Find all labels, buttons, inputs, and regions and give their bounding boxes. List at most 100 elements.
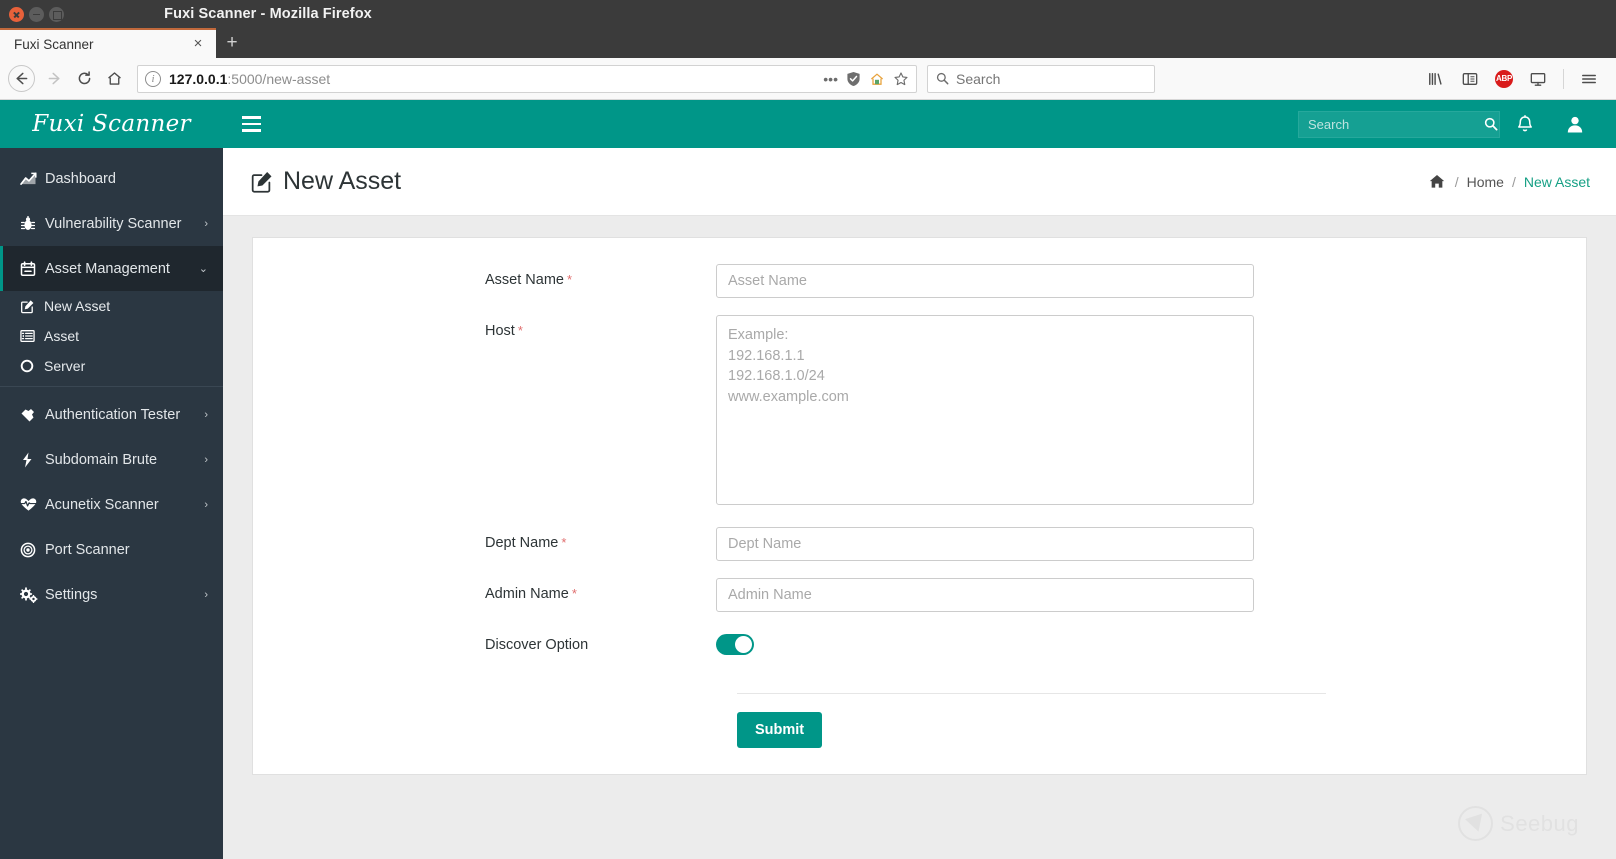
browser-search-bar[interactable] <box>927 64 1155 93</box>
sidebar-menu: Dashboard Vulnerability Scanner › Asset … <box>0 148 223 859</box>
submit-button[interactable]: Submit <box>737 712 823 748</box>
page-actions-icon[interactable]: ••• <box>823 72 838 86</box>
required-marker: * <box>517 323 523 338</box>
toolbar-divider <box>1563 68 1564 89</box>
form-row-host: Host * <box>253 315 1586 510</box>
edit-square-icon <box>20 299 44 314</box>
page-info-icon[interactable]: i <box>145 70 161 87</box>
sidebar-item-port-scanner[interactable]: Port Scanner <box>0 527 223 572</box>
tracking-protection-icon[interactable] <box>846 71 861 87</box>
sidebar-item-settings[interactable]: Settings › <box>0 572 223 617</box>
sidebar-item-new-asset[interactable]: New Asset <box>0 291 223 321</box>
hamburger-menu-icon <box>241 129 261 132</box>
form-divider-wrap <box>737 677 1326 694</box>
hamburger-menu-icon[interactable] <box>1574 64 1604 94</box>
asset-name-input[interactable] <box>716 264 1254 298</box>
seebug-logo-icon <box>1458 806 1494 841</box>
form-label-admin-name: Admin Name * <box>253 578 716 602</box>
discover-option-toggle[interactable] <box>716 634 754 655</box>
hamburger-menu-icon <box>241 122 261 126</box>
close-icon[interactable]: × <box>190 36 206 52</box>
sidebar-item-label: Dashboard <box>45 170 116 187</box>
sidebar-item-server[interactable]: Server <box>0 351 223 381</box>
sidebar: Fuxi Scanner Dashboard Vulnerability Sca… <box>0 100 223 859</box>
library-icon[interactable] <box>1421 64 1451 94</box>
adblock-plus-icon[interactable]: ABP <box>1489 64 1519 94</box>
label-text: Admin Name <box>485 586 569 602</box>
required-marker: * <box>571 586 577 601</box>
browser-tab-label: Fuxi Scanner <box>14 36 94 52</box>
sidebar-item-label: Settings <box>45 586 98 603</box>
sidebar-item-vulnerability-scanner[interactable]: Vulnerability Scanner › <box>0 201 223 246</box>
page-body: Asset Name* Host* Dept Name* <box>223 216 1616 859</box>
form-row-asset-name: Asset Name * <box>253 264 1586 298</box>
application-root: Fuxi Scanner Dashboard Vulnerability Sca… <box>0 100 1616 859</box>
adblock-badge-label: ABP <box>1495 69 1513 88</box>
form-label-discover-option: Discover Option <box>253 629 716 653</box>
host-textarea[interactable] <box>716 315 1254 505</box>
browser-tabstrip: Fuxi Scanner × + <box>0 28 1616 58</box>
pocket-icon[interactable] <box>869 71 885 87</box>
required-marker: * <box>561 535 567 550</box>
bullseye-icon <box>20 542 45 558</box>
search-icon[interactable] <box>1484 117 1498 131</box>
url-host: 127.0.0.1 <box>169 70 228 87</box>
forward-arrow-icon <box>39 64 69 94</box>
sidebar-item-asset[interactable]: Asset <box>0 321 223 351</box>
new-tab-button[interactable]: + <box>216 28 248 58</box>
sidebar-subitem-label: Asset <box>44 328 80 344</box>
sidebars-icon[interactable] <box>1455 64 1485 94</box>
form-field-admin-name <box>716 578 1254 612</box>
dept-name-input[interactable] <box>716 527 1254 561</box>
sidebar-item-acunetix-scanner[interactable]: Acunetix Scanner › <box>0 482 223 527</box>
breadcrumb: / Home / New Asset <box>1429 174 1590 190</box>
breadcrumb-separator: / <box>1511 173 1516 190</box>
notifications-button[interactable] <box>1500 100 1550 148</box>
browser-toolbar-right: ABP <box>1421 64 1608 94</box>
seebug-logo-shape <box>1464 813 1487 834</box>
brand-label: Fuxi Scanner <box>32 111 191 137</box>
home-icon[interactable] <box>1429 174 1445 189</box>
new-asset-form-card: Asset Name* Host* Dept Name* <box>252 237 1587 775</box>
calendar-icon <box>20 260 45 277</box>
home-icon[interactable] <box>99 64 129 94</box>
sidebar-item-dashboard[interactable]: Dashboard <box>0 156 223 201</box>
seebug-watermark-text: Seebug <box>1500 810 1579 836</box>
brand-logo[interactable]: Fuxi Scanner <box>0 100 223 148</box>
toggle-knob <box>735 636 752 653</box>
gears-icon <box>20 586 45 603</box>
back-arrow-icon[interactable] <box>8 65 35 92</box>
list-icon <box>20 329 44 343</box>
user-profile-button[interactable] <box>1550 100 1600 148</box>
window-title-text: Fuxi Scanner - Mozilla Firefox <box>164 6 372 22</box>
form-field-dept-name <box>716 527 1254 561</box>
screenshot-icon[interactable] <box>1523 64 1553 94</box>
sidebar-item-label: Subdomain Brute <box>45 451 158 468</box>
browser-search-input[interactable] <box>956 70 1146 87</box>
admin-name-input[interactable] <box>716 578 1254 612</box>
sidebar-item-asset-management[interactable]: Asset Management ⌄ <box>0 246 223 291</box>
user-icon <box>1566 115 1584 134</box>
app-search-box[interactable] <box>1298 110 1500 138</box>
breadcrumb-separator: / <box>1454 173 1459 190</box>
url-bar[interactable]: i 127.0.0.1:5000/new-asset ••• <box>137 64 917 93</box>
breadcrumb-item-new-asset: New Asset <box>1523 173 1590 190</box>
sidebar-subitem-label: Server <box>44 358 86 374</box>
sidebar-item-label: Authentication Tester <box>45 406 181 423</box>
label-text: Host <box>485 323 515 339</box>
sidebar-item-authentication-tester[interactable]: Authentication Tester › <box>0 392 223 437</box>
chevron-right-icon: › <box>204 588 208 601</box>
page-header: New Asset / Home / New Asset <box>223 148 1616 216</box>
bell-icon <box>1516 114 1534 134</box>
sidebar-toggle-button[interactable] <box>233 106 269 142</box>
breadcrumb-item-home[interactable]: Home <box>1467 174 1504 190</box>
required-marker: * <box>566 272 573 287</box>
browser-tab[interactable]: Fuxi Scanner × <box>0 28 216 58</box>
bookmark-star-icon[interactable] <box>893 71 909 87</box>
sidebar-submenu-asset-management: New Asset Asset Server <box>0 291 223 381</box>
sidebar-item-subdomain-brute[interactable]: Subdomain Brute › <box>0 437 223 482</box>
bug-icon <box>20 215 45 232</box>
app-search-input[interactable] <box>1308 116 1484 132</box>
reload-icon[interactable] <box>69 64 99 94</box>
topbar <box>223 100 1616 148</box>
